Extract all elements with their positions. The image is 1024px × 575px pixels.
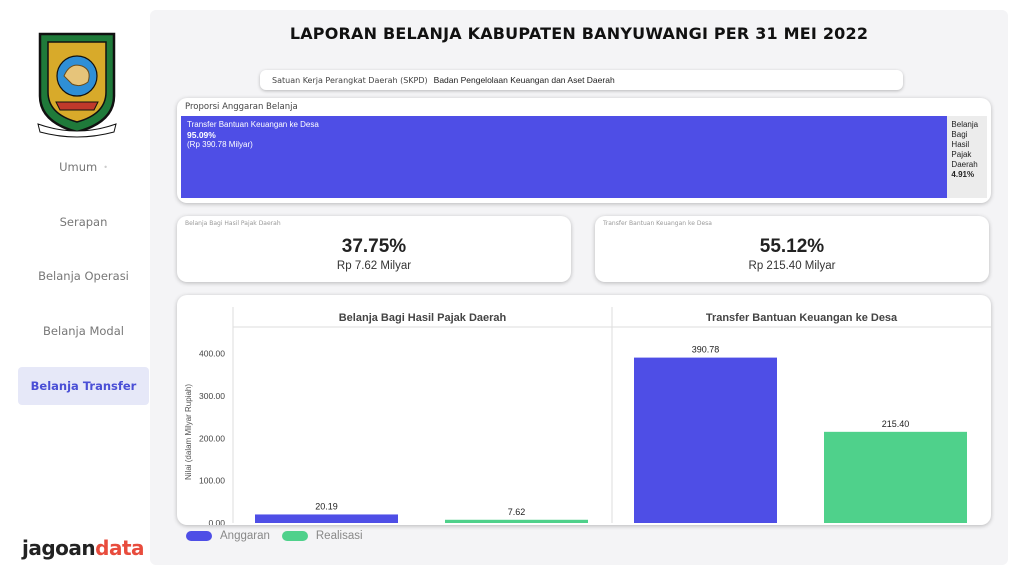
nav-item-umum[interactable]: Umum • — [18, 148, 149, 186]
dot-icon: • — [103, 162, 108, 172]
kpi-label: Belanja Bagi Hasil Pajak Daerah — [185, 220, 281, 227]
bar-anggaran — [255, 514, 398, 523]
bar-data-label: 7.62 — [508, 507, 526, 517]
kpi-percent: 55.12% — [759, 236, 825, 257]
brand-main: jagoan — [22, 536, 96, 560]
nav-item-label: Belanja Transfer — [30, 379, 137, 393]
panel-title: Belanja Bagi Hasil Pajak Daerah — [339, 312, 507, 324]
panel-title: Transfer Bantuan Keuangan ke Desa — [706, 312, 898, 324]
legend-item-realisasi[interactable]: Realisasi — [281, 530, 363, 542]
bar-realisasi — [445, 519, 588, 523]
banyuwangi-emblem-icon — [37, 32, 117, 138]
kpi-label: Transfer Bantuan Keuangan ke Desa — [603, 220, 712, 227]
segment-amount: (Rp 390.78 Milyar) — [187, 140, 253, 149]
proportion-card: Proporsi Anggaran Belanja Transfer Bantu… — [177, 98, 991, 203]
bar-data-label: 215.40 — [882, 419, 910, 429]
nav-item-serapan[interactable]: Serapan — [18, 203, 149, 241]
proportion-title: Proporsi Anggaran Belanja — [185, 102, 298, 112]
nav-item-belanja-transfer[interactable]: Belanja Transfer — [18, 367, 149, 405]
nav-item-belanja-operasi[interactable]: Belanja Operasi — [18, 257, 149, 295]
legend-swatch — [186, 531, 212, 541]
kpi-amount: Rp 7.62 Milyar — [336, 260, 412, 272]
proportion-segment-transfer[interactable]: Transfer Bantuan Keuangan ke Desa 95.09%… — [181, 116, 948, 198]
bar-anggaran — [634, 357, 777, 523]
segment-percent: 4.91% — [951, 170, 975, 179]
nav-item-belanja-modal[interactable]: Belanja Modal — [18, 312, 149, 350]
y-axis-label: Nilai (dalam Milyar Rupiah) — [184, 384, 193, 480]
segment-name: Transfer Bantuan Keuangan ke Desa — [187, 120, 319, 129]
bar-data-label: 20.19 — [315, 501, 338, 511]
skpd-value: Badan Pengelolaan Keuangan dan Aset Daer… — [433, 75, 615, 85]
proportion-bar: Transfer Bantuan Keuangan ke Desa 95.09%… — [181, 116, 987, 198]
legend-item-anggaran[interactable]: Anggaran — [186, 530, 270, 542]
y-tick-label: 100.00 — [199, 476, 225, 486]
legend-swatch — [281, 531, 308, 541]
main-panel: LAPORAN BELANJA KABUPATEN BANYUWANGI PER… — [150, 10, 1008, 565]
page-title: LAPORAN BELANJA KABUPATEN BANYUWANGI PER… — [289, 24, 869, 43]
brand-logo: jagoandata — [22, 536, 145, 560]
chart-legend: Anggaran Realisasi — [186, 530, 375, 542]
kpi-card-pajak: Belanja Bagi Hasil Pajak Daerah 37.75% R… — [177, 216, 571, 282]
nav-item-label: Serapan — [59, 215, 108, 229]
nav-item-label: Belanja Modal — [43, 324, 124, 338]
kpi-amount: Rp 215.40 Milyar — [748, 260, 836, 272]
y-tick-label: 200.00 — [199, 433, 225, 443]
nav-item-label: Umum — [59, 160, 98, 174]
skpd-label: Satuan Kerja Perangkat Daerah (SKPD) — [272, 75, 428, 85]
proportion-segment-pajak[interactable]: Belanja Bagi Hasil Pajak Daerah 4.91% — [947, 116, 987, 198]
bar-chart: Nilai (dalam Milyar Rupiah) 0.00 100.00 200… — [184, 307, 991, 525]
kpi-percent: 37.75% — [341, 236, 407, 257]
sidebar: Umum • Serapan Belanja Operasi Belanja Mo… — [0, 0, 150, 575]
bar-data-label: 390.78 — [692, 345, 720, 355]
bar-chart-card: Nilai (dalam Milyar Rupiah) 0.00 100.00 200… — [177, 295, 991, 525]
segment-percent: 95.09% — [187, 130, 216, 140]
segment-name: Belanja Bagi Hasil Pajak Daerah — [951, 120, 979, 169]
y-tick-label: 300.00 — [199, 391, 225, 401]
bar-realisasi — [824, 431, 967, 523]
skpd-filter[interactable]: Satuan Kerja Perangkat Daerah (SKPD) Bad… — [260, 70, 903, 90]
y-tick-label: 400.00 — [199, 349, 225, 359]
kpi-card-transfer: Transfer Bantuan Keuangan ke Desa 55.12%… — [595, 216, 989, 282]
nav-item-label: Belanja Operasi — [38, 269, 129, 283]
legend-label: Realisasi — [315, 530, 363, 542]
y-tick-label: 0.00 — [208, 518, 225, 525]
legend-label: Anggaran — [220, 530, 270, 542]
brand-accent: data — [95, 536, 145, 560]
